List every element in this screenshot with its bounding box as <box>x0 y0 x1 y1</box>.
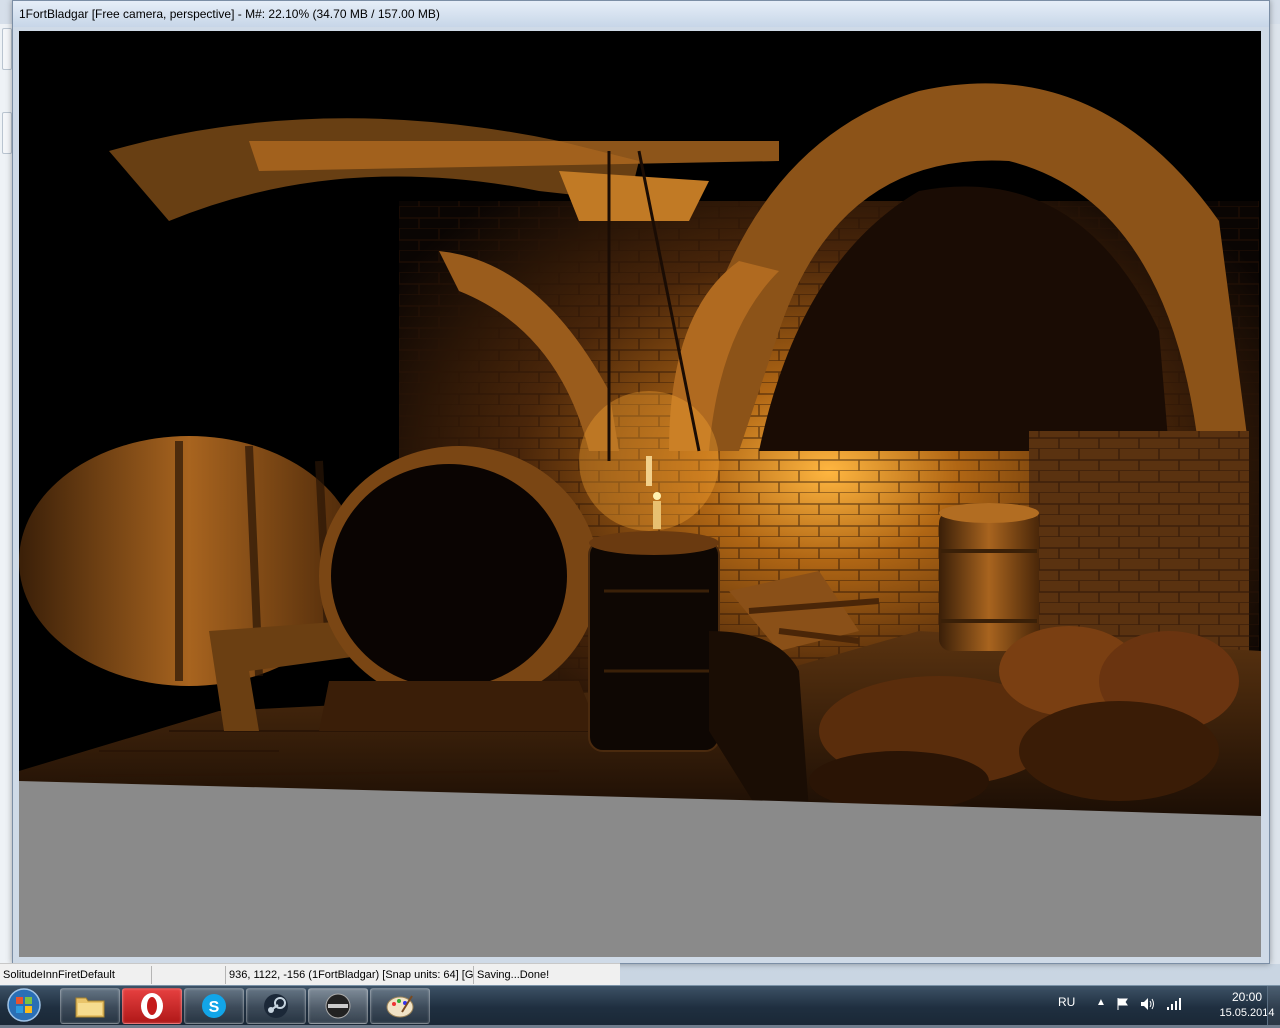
opera-icon <box>141 993 163 1019</box>
windows-orb-icon <box>7 988 41 1022</box>
taskbar-steam-button[interactable] <box>246 988 306 1024</box>
taskbar-explorer-button[interactable] <box>60 988 120 1024</box>
candle <box>653 501 661 529</box>
show-desktop-button[interactable] <box>1267 986 1280 1025</box>
render-window-titlebar[interactable]: 1FortBladgar [Free camera, perspective] … <box>13 1 1269 27</box>
render-window-title: 1FortBladgar [Free camera, perspective] … <box>19 7 440 21</box>
language-indicator[interactable]: RU <box>1058 995 1075 1009</box>
action-center-flag-icon[interactable] <box>1116 997 1130 1011</box>
sack <box>809 751 989 811</box>
system-tray: RU ▲ 20:00 15.05.2014 <box>1050 986 1280 1025</box>
status-bar: SolitudeInnFiretDefault 936, 1122, -156 … <box>0 963 620 986</box>
paint-palette-icon <box>386 995 414 1018</box>
taskbar-skype-button[interactable]: S <box>184 988 244 1024</box>
taskbar-creation-kit-button[interactable] <box>308 988 368 1024</box>
status-coordinates: 936, 1122, -156 (1FortBladgar) [Snap uni… <box>226 966 474 984</box>
show-hidden-icons-icon[interactable]: ▲ <box>1096 997 1106 1008</box>
dungeon-scene[interactable] <box>19 31 1261 957</box>
render-window: 1FortBladgar [Free camera, perspective] … <box>12 0 1270 964</box>
render-viewport[interactable] <box>19 31 1261 957</box>
start-button[interactable] <box>4 987 56 1025</box>
clock-time[interactable]: 20:00 <box>1222 990 1272 1004</box>
left-panel-tab[interactable] <box>2 28 12 70</box>
sack <box>1019 701 1219 801</box>
svg-text:S: S <box>209 999 220 1016</box>
status-cell-name: SolitudeInnFiretDefault <box>0 966 152 984</box>
steam-icon <box>264 994 288 1018</box>
small-barrel-candle-stand <box>588 540 720 752</box>
windows-taskbar: S RU ▲ 20:00 15.05.2014 <box>0 985 1280 1025</box>
taskbar-paint-button[interactable] <box>370 988 430 1024</box>
volume-icon[interactable] <box>1140 997 1156 1011</box>
skype-icon: S <box>202 994 226 1018</box>
status-message: Saving...Done! <box>477 969 550 981</box>
folder-icon <box>75 997 105 1018</box>
small-barrel-right <box>939 511 1039 651</box>
creation-kit-icon <box>325 993 351 1019</box>
candle-back <box>646 456 652 486</box>
left-panel-tab[interactable] <box>2 112 12 154</box>
barrel-stand-middle <box>319 681 599 731</box>
taskbar-opera-button[interactable] <box>122 988 182 1024</box>
network-icon[interactable] <box>1166 997 1182 1011</box>
status-cell-blank <box>152 966 226 984</box>
